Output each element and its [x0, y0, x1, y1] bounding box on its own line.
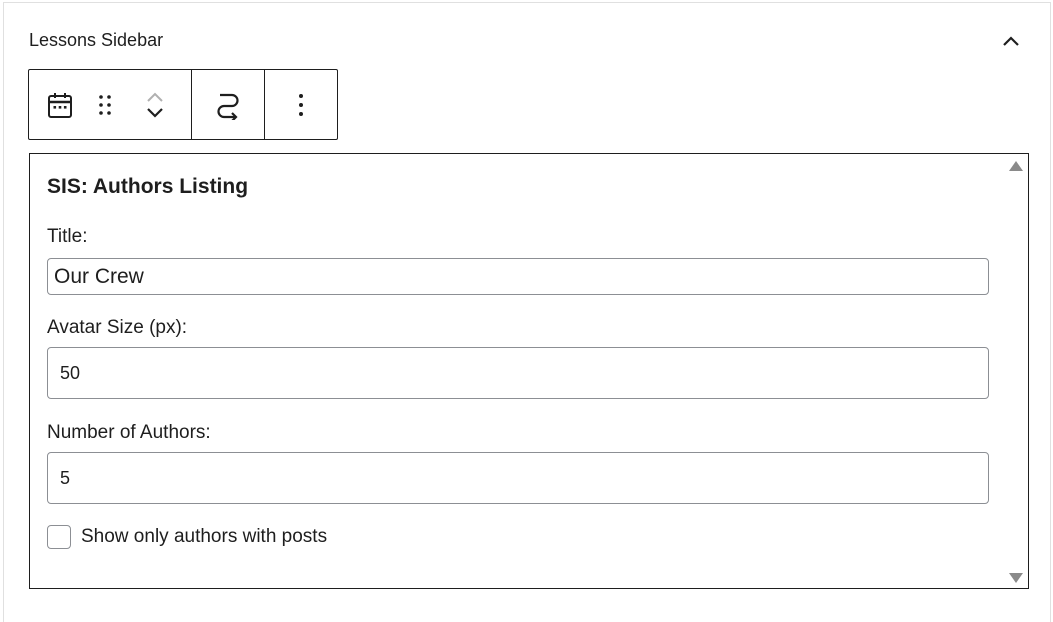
drag-handle-icon [98, 94, 111, 115]
toolbar-group-block [29, 70, 192, 139]
drag-handle[interactable] [91, 70, 119, 139]
chevron-up-icon [1003, 36, 1019, 46]
authors-listing-widget: SIS: Authors Listing Title: Avatar Size … [29, 153, 1029, 589]
widget-title: SIS: Authors Listing [47, 175, 249, 198]
lessons-sidebar-panel: Lessons Sidebar SIS: Authors Listing Tit… [3, 2, 1051, 622]
panel-title: Lessons Sidebar [29, 30, 164, 50]
number-of-authors-label: Number of Authors: [47, 422, 211, 443]
calendar-icon [47, 92, 72, 118]
title-label: Title: [47, 226, 88, 247]
more-vertical-icon [299, 93, 303, 116]
scroll-up-arrow-icon[interactable] [1009, 161, 1023, 171]
title-input[interactable] [47, 258, 989, 295]
move-down-button[interactable] [146, 105, 164, 119]
transform-icon [217, 93, 239, 120]
collapse-button[interactable] [996, 27, 1026, 55]
transform-button[interactable] [215, 90, 241, 120]
toolbar-group-options [265, 70, 337, 139]
options-button[interactable] [298, 93, 304, 117]
block-mover [118, 70, 191, 139]
move-up-button[interactable] [146, 91, 164, 103]
show-authors-with-posts-row: Show only authors with posts [47, 525, 327, 549]
block-type-button[interactable] [29, 70, 91, 139]
block-toolbar [28, 69, 338, 140]
show-authors-with-posts-checkbox[interactable] [47, 525, 71, 549]
chevron-up-icon [147, 92, 163, 102]
number-of-authors-input[interactable] [47, 452, 989, 504]
toolbar-group-transform [192, 70, 265, 139]
show-authors-with-posts-label: Show only authors with posts [81, 526, 328, 547]
avatar-size-input[interactable] [47, 347, 989, 399]
chevron-down-icon [146, 107, 163, 118]
widget-scrollbar[interactable] [1004, 154, 1028, 588]
scroll-down-arrow-icon[interactable] [1009, 573, 1023, 583]
avatar-size-label: Avatar Size (px): [47, 317, 188, 338]
